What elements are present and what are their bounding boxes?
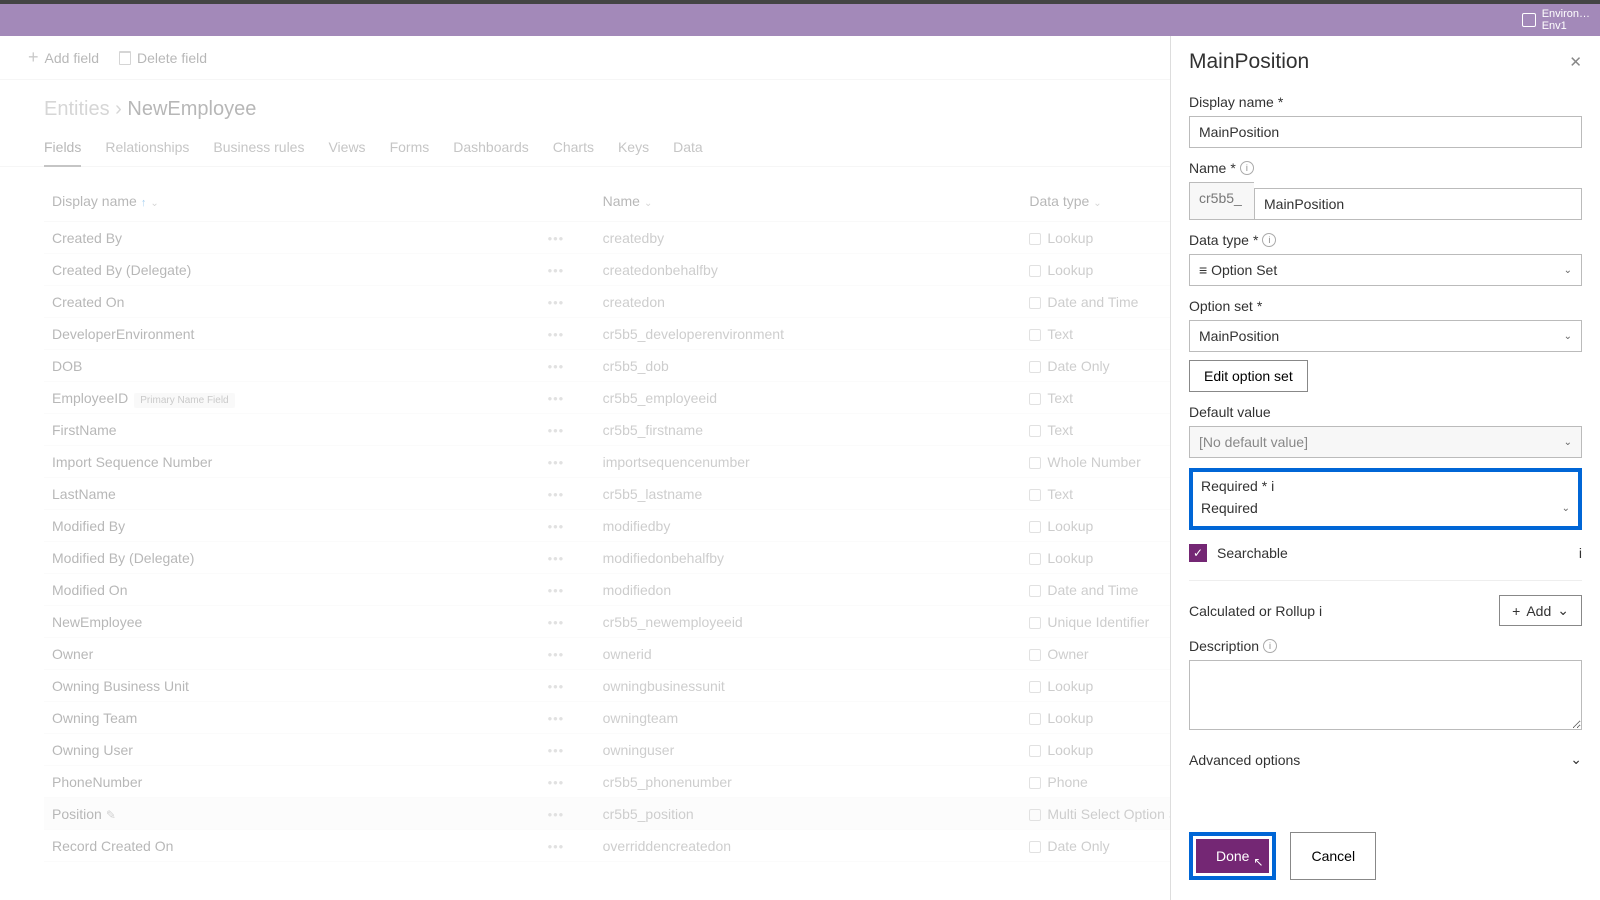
info-icon[interactable]: i	[1262, 233, 1276, 247]
info-icon[interactable]: i	[1271, 478, 1274, 494]
display-name-input[interactable]	[1189, 116, 1582, 148]
optionset-select[interactable]: MainPosition⌄	[1189, 320, 1582, 352]
environment-label: Environ…	[1542, 8, 1590, 20]
row-menu-button[interactable]: •••	[548, 295, 565, 310]
row-menu-button[interactable]: •••	[548, 839, 565, 854]
tab-business-rules[interactable]: Business rules	[213, 133, 304, 166]
info-icon[interactable]: i	[1319, 603, 1322, 619]
done-button[interactable]: Done↖	[1196, 839, 1269, 873]
required-highlight: Required * i Required⌄	[1189, 468, 1582, 530]
advanced-options-toggle[interactable]: Advanced options⌄	[1189, 751, 1582, 768]
row-menu-button[interactable]: •••	[548, 359, 565, 374]
tab-forms[interactable]: Forms	[390, 133, 430, 166]
environment-picker[interactable]: Environ… Env1	[1522, 8, 1590, 32]
tab-dashboards[interactable]: Dashboards	[453, 133, 529, 166]
panel-title: MainPosition	[1189, 50, 1309, 74]
app-header: Environ… Env1	[0, 4, 1600, 36]
tab-data[interactable]: Data	[673, 133, 703, 166]
row-menu-button[interactable]: •••	[548, 583, 565, 598]
environment-name: Env1	[1542, 20, 1590, 32]
description-input[interactable]	[1189, 660, 1582, 730]
row-menu-button[interactable]: •••	[548, 807, 565, 822]
col-display-name[interactable]: Display name↑⌄	[44, 181, 540, 222]
rollup-label: Calculated or Rollup i	[1189, 603, 1322, 619]
info-icon[interactable]: i	[1579, 545, 1582, 561]
tab-charts[interactable]: Charts	[553, 133, 594, 166]
tab-keys[interactable]: Keys	[618, 133, 649, 166]
breadcrumb-parent[interactable]: Entities	[44, 98, 110, 120]
row-menu-button[interactable]: •••	[548, 647, 565, 662]
tab-relationships[interactable]: Relationships	[105, 133, 189, 166]
description-label: Description i	[1189, 638, 1582, 654]
edit-optionset-button[interactable]: Edit option set	[1189, 360, 1308, 392]
add-rollup-button[interactable]: +Add⌄	[1499, 595, 1582, 626]
required-select[interactable]: Required⌄	[1201, 500, 1570, 516]
row-menu-button[interactable]: •••	[548, 423, 565, 438]
name-label: Name * i	[1189, 160, 1582, 176]
datatype-select[interactable]: ≡ Option Set⌄	[1189, 254, 1582, 286]
row-menu-button[interactable]: •••	[548, 679, 565, 694]
row-menu-button[interactable]: •••	[548, 455, 565, 470]
info-icon[interactable]: i	[1240, 161, 1254, 175]
required-label: Required * i	[1201, 478, 1274, 494]
row-menu-button[interactable]: •••	[548, 487, 565, 502]
row-menu-button[interactable]: •••	[548, 775, 565, 790]
row-menu-button[interactable]: •••	[548, 519, 565, 534]
col-name[interactable]: Name⌄	[595, 181, 1022, 222]
display-name-label: Display name *	[1189, 94, 1582, 110]
field-properties-panel: MainPosition ✕ Display name * Name * i c…	[1170, 36, 1600, 900]
row-menu-button[interactable]: •••	[548, 615, 565, 630]
searchable-checkbox[interactable]: ✓	[1189, 544, 1207, 562]
tab-views[interactable]: Views	[328, 133, 365, 166]
cancel-button[interactable]: Cancel	[1290, 832, 1376, 880]
tab-fields[interactable]: Fields	[44, 133, 81, 167]
searchable-label: Searchable	[1217, 545, 1288, 561]
delete-field-button[interactable]: Delete field	[119, 50, 207, 66]
row-menu-button[interactable]: •••	[548, 551, 565, 566]
close-panel-button[interactable]: ✕	[1569, 53, 1582, 71]
row-menu-button[interactable]: •••	[548, 711, 565, 726]
breadcrumb-current: NewEmployee	[127, 98, 256, 120]
default-value-select[interactable]: [No default value]⌄	[1189, 426, 1582, 458]
add-field-button[interactable]: + Add field	[28, 47, 99, 68]
row-menu-button[interactable]: •••	[548, 263, 565, 278]
cursor-icon: ↖	[1253, 855, 1263, 869]
done-highlight: Done↖	[1189, 832, 1276, 880]
optionset-label: Option set *	[1189, 298, 1582, 314]
datatype-label: Data type * i	[1189, 232, 1582, 248]
plus-icon: +	[28, 47, 39, 68]
plus-icon: +	[1512, 603, 1520, 619]
name-input[interactable]	[1254, 188, 1582, 220]
info-icon[interactable]: i	[1263, 639, 1277, 653]
row-menu-button[interactable]: •••	[548, 231, 565, 246]
row-menu-button[interactable]: •••	[548, 743, 565, 758]
environment-icon	[1522, 13, 1536, 27]
row-menu-button[interactable]: •••	[548, 391, 565, 406]
row-menu-button[interactable]: •••	[548, 327, 565, 342]
default-value-label: Default value	[1189, 404, 1582, 420]
name-prefix: cr5b5_	[1189, 182, 1254, 220]
trash-icon	[119, 51, 131, 65]
